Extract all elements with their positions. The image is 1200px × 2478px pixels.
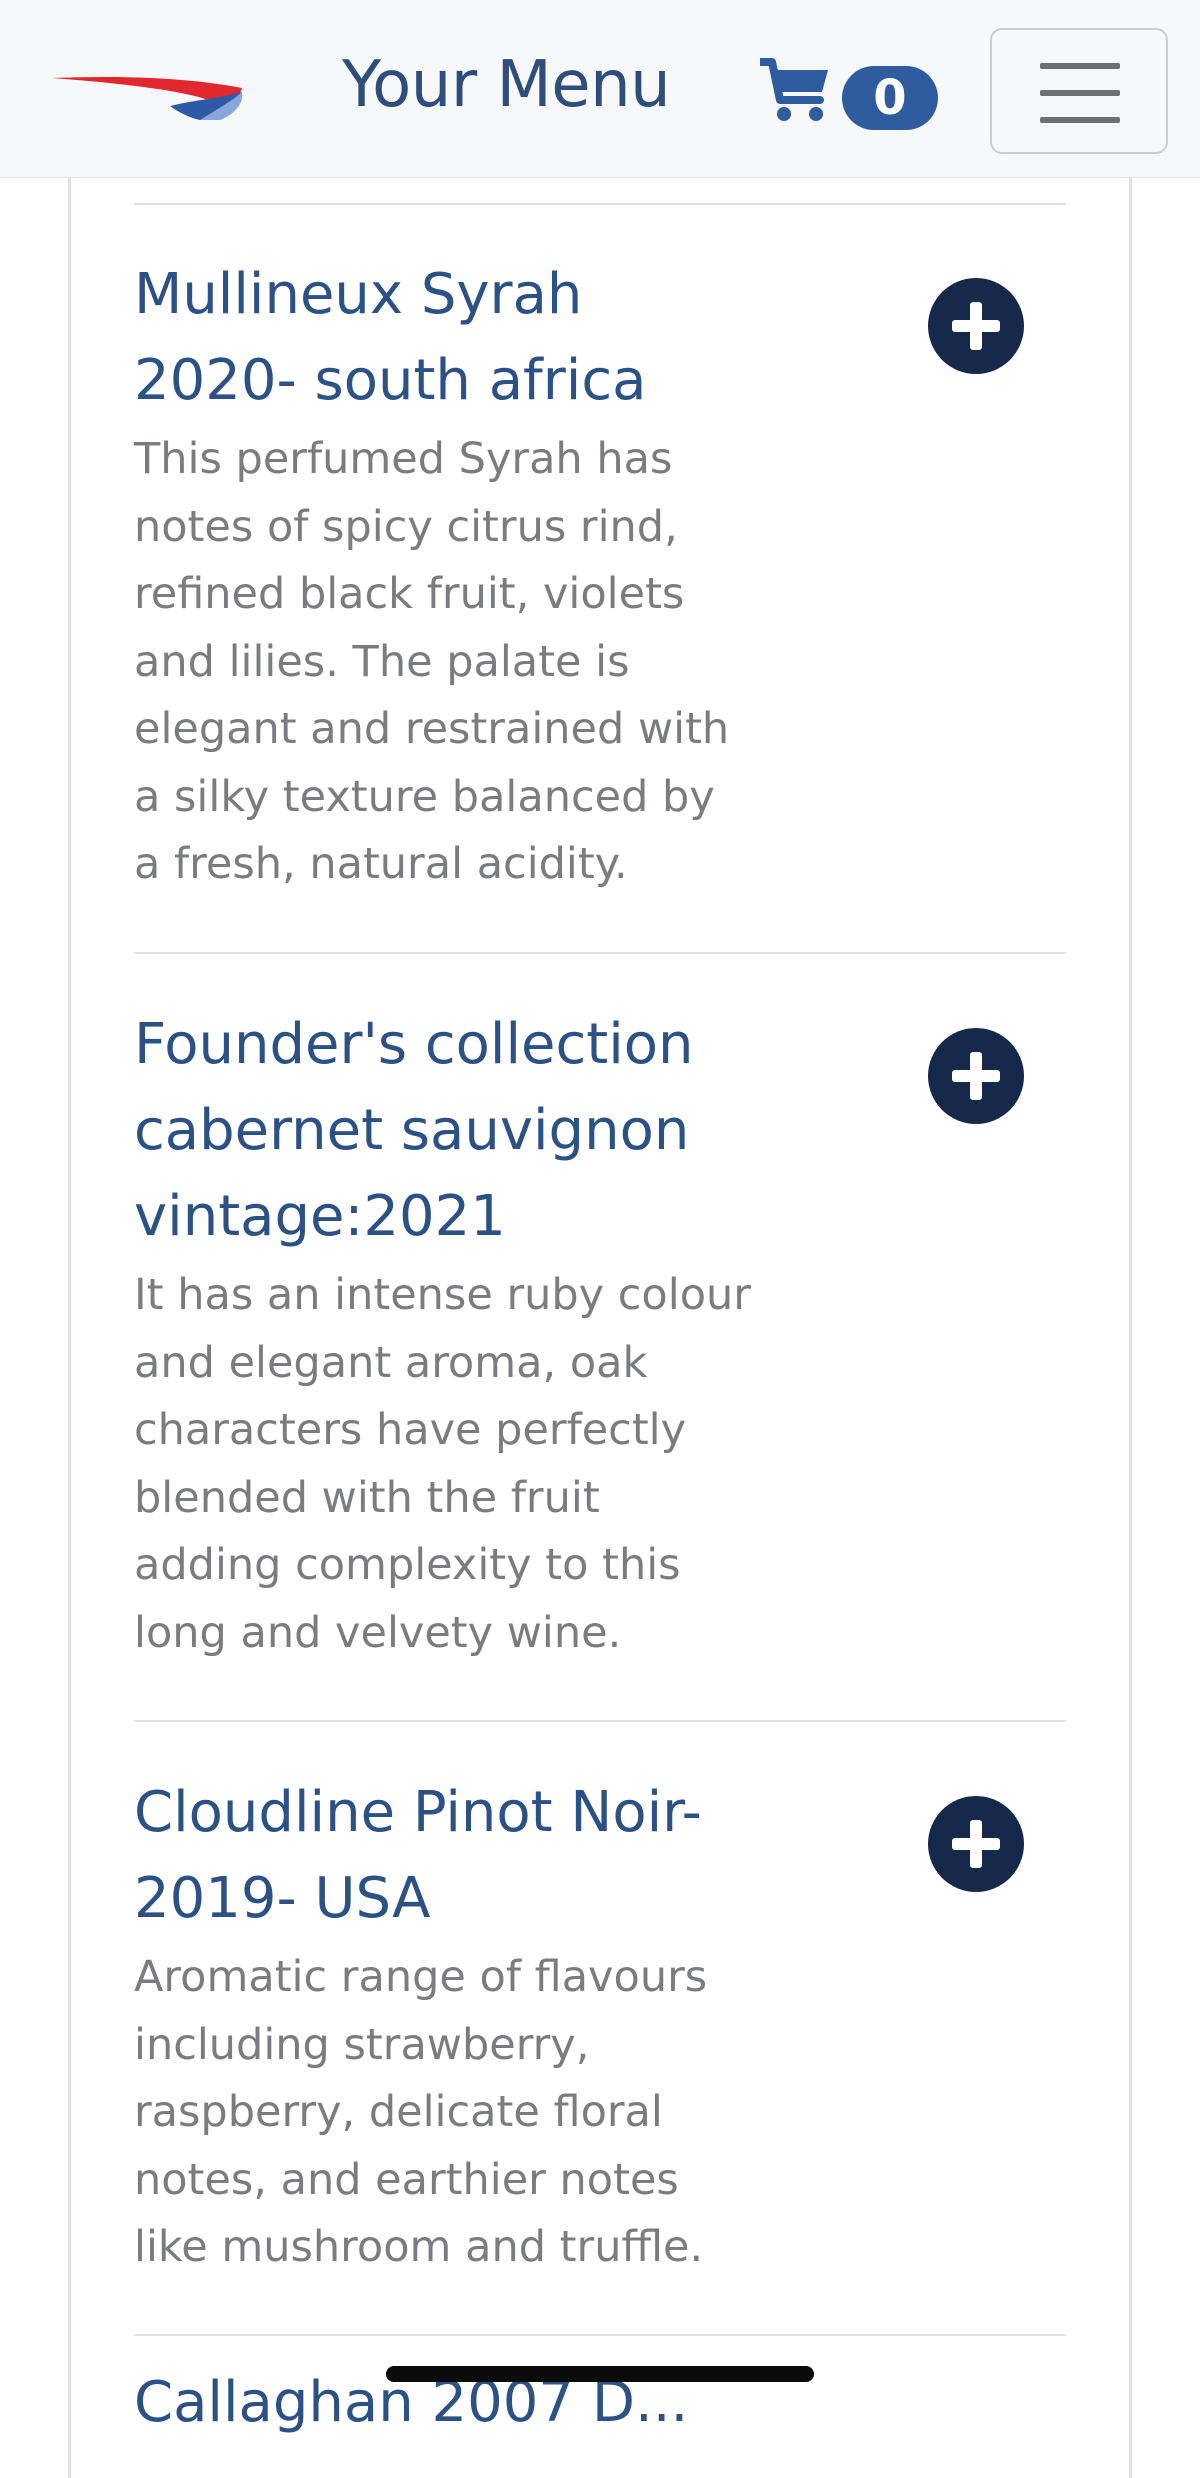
page-title: Your Menu [342, 48, 671, 122]
add-to-cart-button[interactable] [928, 278, 1024, 374]
cart-button[interactable]: 0 [760, 56, 940, 132]
menu-item-title: Mullineux Syrah 2020- south africa [134, 262, 647, 413]
item-divider [134, 2334, 1066, 2336]
item-divider [134, 1720, 1066, 1722]
item-divider [134, 203, 1066, 205]
menu-item: Mullineux Syrah 2020- south africa This … [134, 252, 1066, 899]
add-to-cart-button[interactable] [928, 1028, 1024, 1124]
hamburger-menu-button[interactable] [990, 28, 1168, 154]
menu-item: Cloudline Pinot Noir- 2019- USA Aromatic… [134, 1770, 1066, 2282]
menu-item-description: It has an intense ruby colour and elegan… [134, 1270, 751, 1658]
hamburger-menu-icon [1040, 63, 1120, 69]
cart-count-badge: 0 [842, 66, 938, 130]
add-to-cart-button[interactable] [928, 1796, 1024, 1892]
top-navbar: Your Menu 0 [0, 0, 1200, 178]
item-divider [134, 952, 1066, 954]
menu-item-description: Aromatic range of flavours including str… [134, 1952, 708, 2272]
menu-item: Founder's collection cabernet sauvignon … [134, 1002, 1066, 1667]
airline-logo-icon[interactable] [50, 62, 245, 122]
menu-item-title: Founder's collection cabernet sauvignon … [134, 1012, 694, 1249]
menu-item-title: Cloudline Pinot Noir- 2019- USA [134, 1780, 702, 1931]
home-indicator[interactable] [386, 2366, 814, 2382]
menu-item-description: This perfumed Syrah has notes of spicy c… [134, 434, 730, 889]
shopping-cart-icon [760, 58, 828, 121]
